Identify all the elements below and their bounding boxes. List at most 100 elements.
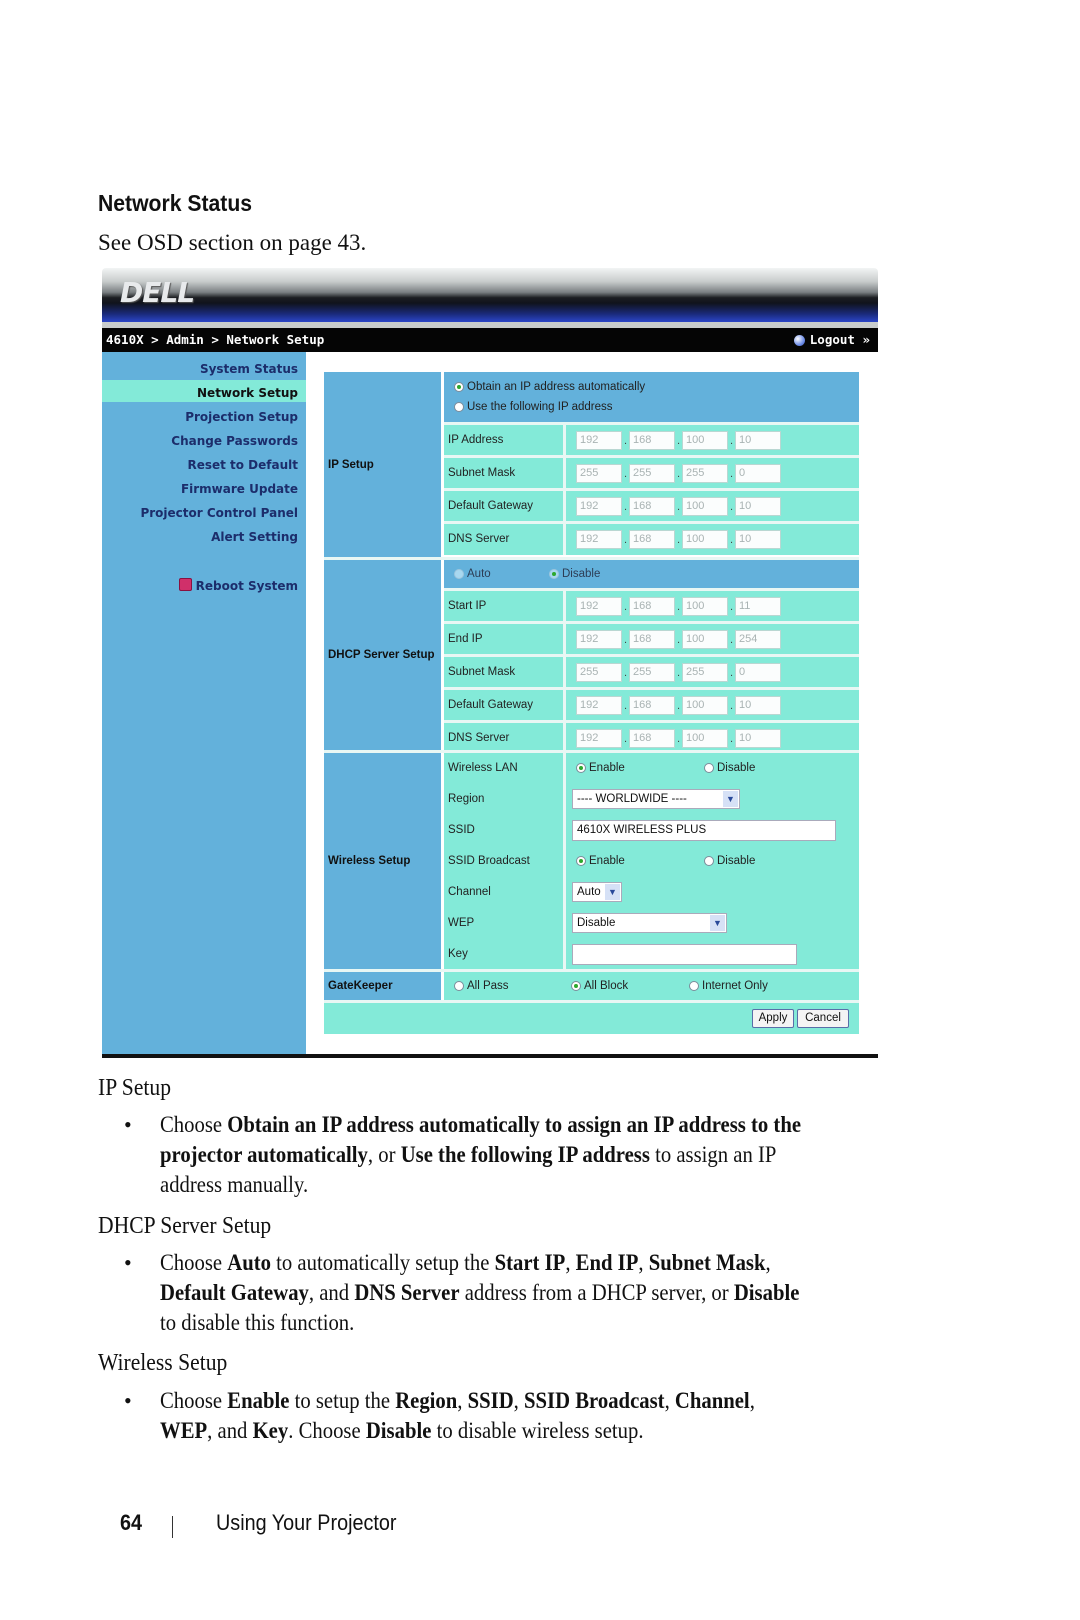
sidebar-item-system-status[interactable]: System Status bbox=[200, 362, 298, 376]
radio-selected-icon bbox=[549, 569, 559, 579]
ip-octet-input[interactable]: 168 bbox=[629, 530, 675, 549]
field-label: IP Address bbox=[444, 425, 566, 456]
ip-octet-input[interactable]: 100 bbox=[682, 497, 728, 516]
ip-octet-input[interactable]: 168 bbox=[629, 630, 675, 649]
ip-octet-input[interactable]: 100 bbox=[682, 597, 728, 616]
cancel-button[interactable]: Cancel bbox=[797, 1009, 849, 1028]
ip-octet-input[interactable]: 255 bbox=[682, 663, 728, 682]
ip-octet-input[interactable]: 255 bbox=[576, 464, 622, 483]
dhcp-field-row: Subnet Mask 255. 255. 255. 0 bbox=[444, 657, 859, 688]
octet-separator: . bbox=[677, 468, 681, 480]
reboot-icon bbox=[178, 578, 192, 591]
octet-separator: . bbox=[677, 634, 681, 646]
radio-ssid-broadcast-disable[interactable]: Disable bbox=[704, 855, 755, 867]
radio-wireless-enable[interactable]: Enable bbox=[576, 762, 625, 774]
radio-dhcp-disable[interactable]: Disable bbox=[549, 568, 600, 580]
text-line: Default Gateway, and DNS Server address … bbox=[160, 1280, 800, 1305]
ip-octet-input[interactable]: 168 bbox=[629, 431, 675, 450]
breadcrumb-bar: 4610X > Admin > Network Setup Logout » bbox=[102, 328, 878, 352]
wep-select[interactable]: Disable ▼ bbox=[572, 913, 727, 933]
breadcrumb: 4610X > Admin > Network Setup bbox=[106, 332, 325, 347]
radio-wireless-disable[interactable]: Disable bbox=[704, 762, 755, 774]
field-label: DNS Server bbox=[444, 524, 566, 555]
field-label: Subnet Mask bbox=[444, 458, 566, 489]
octet-separator: . bbox=[677, 601, 681, 613]
dhcp-field-row: End IP 192. 168. 100. 254 bbox=[444, 624, 859, 655]
sidebar-item-alert-setting[interactable]: Alert Setting bbox=[211, 530, 298, 544]
logout-link[interactable]: Logout » bbox=[793, 328, 870, 352]
radio-gatekeeper-internet-only[interactable]: Internet Only bbox=[689, 980, 768, 992]
ip-mode-row: Obtain an IP address automatically Use t… bbox=[444, 372, 859, 422]
field-label: Default Gateway bbox=[444, 491, 566, 522]
ip-octet-input[interactable]: 192 bbox=[576, 696, 622, 715]
ip-octet-input[interactable]: 0 bbox=[735, 663, 781, 682]
field-label: Start IP bbox=[444, 591, 566, 622]
ip-field-row: Subnet Mask 255. 255. 255. 0 bbox=[444, 458, 859, 489]
channel-select[interactable]: Auto ▼ bbox=[572, 882, 622, 902]
chevron-down-icon: ▼ bbox=[723, 791, 738, 807]
field-label: Channel bbox=[444, 877, 566, 908]
ip-octet-input[interactable]: 11 bbox=[735, 597, 781, 616]
text-line: Choose Obtain an IP address automaticall… bbox=[160, 1112, 802, 1137]
ip-octet-input[interactable]: 192 bbox=[576, 597, 622, 616]
radio-obtain-ip-auto[interactable]: Obtain an IP address automatically bbox=[454, 381, 645, 393]
dhcp-description: Choose Auto to automatically setup the S… bbox=[160, 1248, 844, 1338]
ip-octet-input[interactable]: 10 bbox=[735, 696, 781, 715]
octet-separator: . bbox=[677, 435, 681, 447]
ip-octet-input[interactable]: 192 bbox=[576, 530, 622, 549]
ip-octet-input[interactable]: 254 bbox=[735, 630, 781, 649]
ip-octet-input[interactable]: 100 bbox=[682, 696, 728, 715]
field-label: Wireless LAN bbox=[444, 753, 566, 784]
ip-octet-input[interactable]: 192 bbox=[576, 497, 622, 516]
radio-label: Disable bbox=[562, 568, 601, 580]
ip-octet-input[interactable]: 192 bbox=[576, 630, 622, 649]
ip-octet-input[interactable]: 168 bbox=[629, 597, 675, 616]
key-row: Key bbox=[444, 939, 859, 970]
apply-button[interactable]: Apply bbox=[752, 1009, 794, 1028]
octet-separator: . bbox=[730, 534, 734, 546]
ip-octet-input[interactable]: 192 bbox=[576, 431, 622, 450]
ip-octet-input[interactable]: 100 bbox=[682, 530, 728, 549]
ssid-input[interactable]: 4610X WIRELESS PLUS bbox=[572, 820, 836, 841]
ip-octet-input[interactable]: 100 bbox=[682, 630, 728, 649]
ip-octet-input[interactable]: 192 bbox=[576, 729, 622, 748]
ip-octet-input[interactable]: 100 bbox=[682, 729, 728, 748]
ip-octet-input[interactable]: 10 bbox=[735, 530, 781, 549]
ip-octet-input[interactable]: 0 bbox=[735, 464, 781, 483]
octet-separator: . bbox=[624, 667, 628, 679]
ip-octet-input[interactable]: 255 bbox=[576, 663, 622, 682]
sidebar-item-projection-setup[interactable]: Projection Setup bbox=[185, 410, 298, 424]
ip-octet-input[interactable]: 168 bbox=[629, 696, 675, 715]
sidebar-item-network-setup[interactable]: Network Setup bbox=[197, 386, 298, 400]
radio-gatekeeper-all-pass[interactable]: All Pass bbox=[454, 980, 509, 992]
region-select[interactable]: ---- WORLDWIDE ---- ▼ bbox=[572, 789, 740, 809]
footer-divider bbox=[172, 1516, 173, 1538]
ip-octet-input[interactable]: 255 bbox=[629, 663, 675, 682]
ip-octet-input[interactable]: 255 bbox=[629, 464, 675, 483]
radio-ssid-broadcast-enable[interactable]: Enable bbox=[576, 855, 625, 867]
ip-octet-input[interactable]: 10 bbox=[735, 497, 781, 516]
key-input[interactable] bbox=[572, 944, 797, 965]
ip-octet-input[interactable]: 168 bbox=[629, 497, 675, 516]
radio-use-following-ip[interactable]: Use the following IP address bbox=[454, 401, 613, 413]
octet-separator: . bbox=[624, 501, 628, 513]
radio-label: Enable bbox=[589, 762, 625, 774]
text-line: to disable this function. bbox=[160, 1310, 355, 1335]
chevron-down-icon: ▼ bbox=[710, 915, 725, 931]
ip-octet-input[interactable]: 100 bbox=[682, 431, 728, 450]
ip-octet-input[interactable]: 10 bbox=[735, 729, 781, 748]
sidebar-item-reboot-system[interactable]: Reboot System bbox=[178, 578, 298, 593]
sidebar: System Status Network Setup Projection S… bbox=[102, 352, 306, 1054]
octet-separator: . bbox=[624, 733, 628, 745]
field-label: SSID bbox=[444, 815, 566, 846]
ip-octet-input[interactable]: 255 bbox=[682, 464, 728, 483]
octet-separator: . bbox=[730, 667, 734, 679]
ip-octet-input[interactable]: 10 bbox=[735, 431, 781, 450]
ip-octet-input[interactable]: 168 bbox=[629, 729, 675, 748]
radio-gatekeeper-all-block[interactable]: All Block bbox=[571, 980, 628, 992]
sidebar-item-firmware-update[interactable]: Firmware Update bbox=[181, 482, 298, 496]
sidebar-item-reset-to-default[interactable]: Reset to Default bbox=[187, 458, 298, 472]
radio-dhcp-auto[interactable]: Auto bbox=[454, 568, 491, 580]
sidebar-item-projector-control-panel[interactable]: Projector Control Panel bbox=[140, 506, 298, 520]
sidebar-item-change-passwords[interactable]: Change Passwords bbox=[171, 434, 298, 448]
